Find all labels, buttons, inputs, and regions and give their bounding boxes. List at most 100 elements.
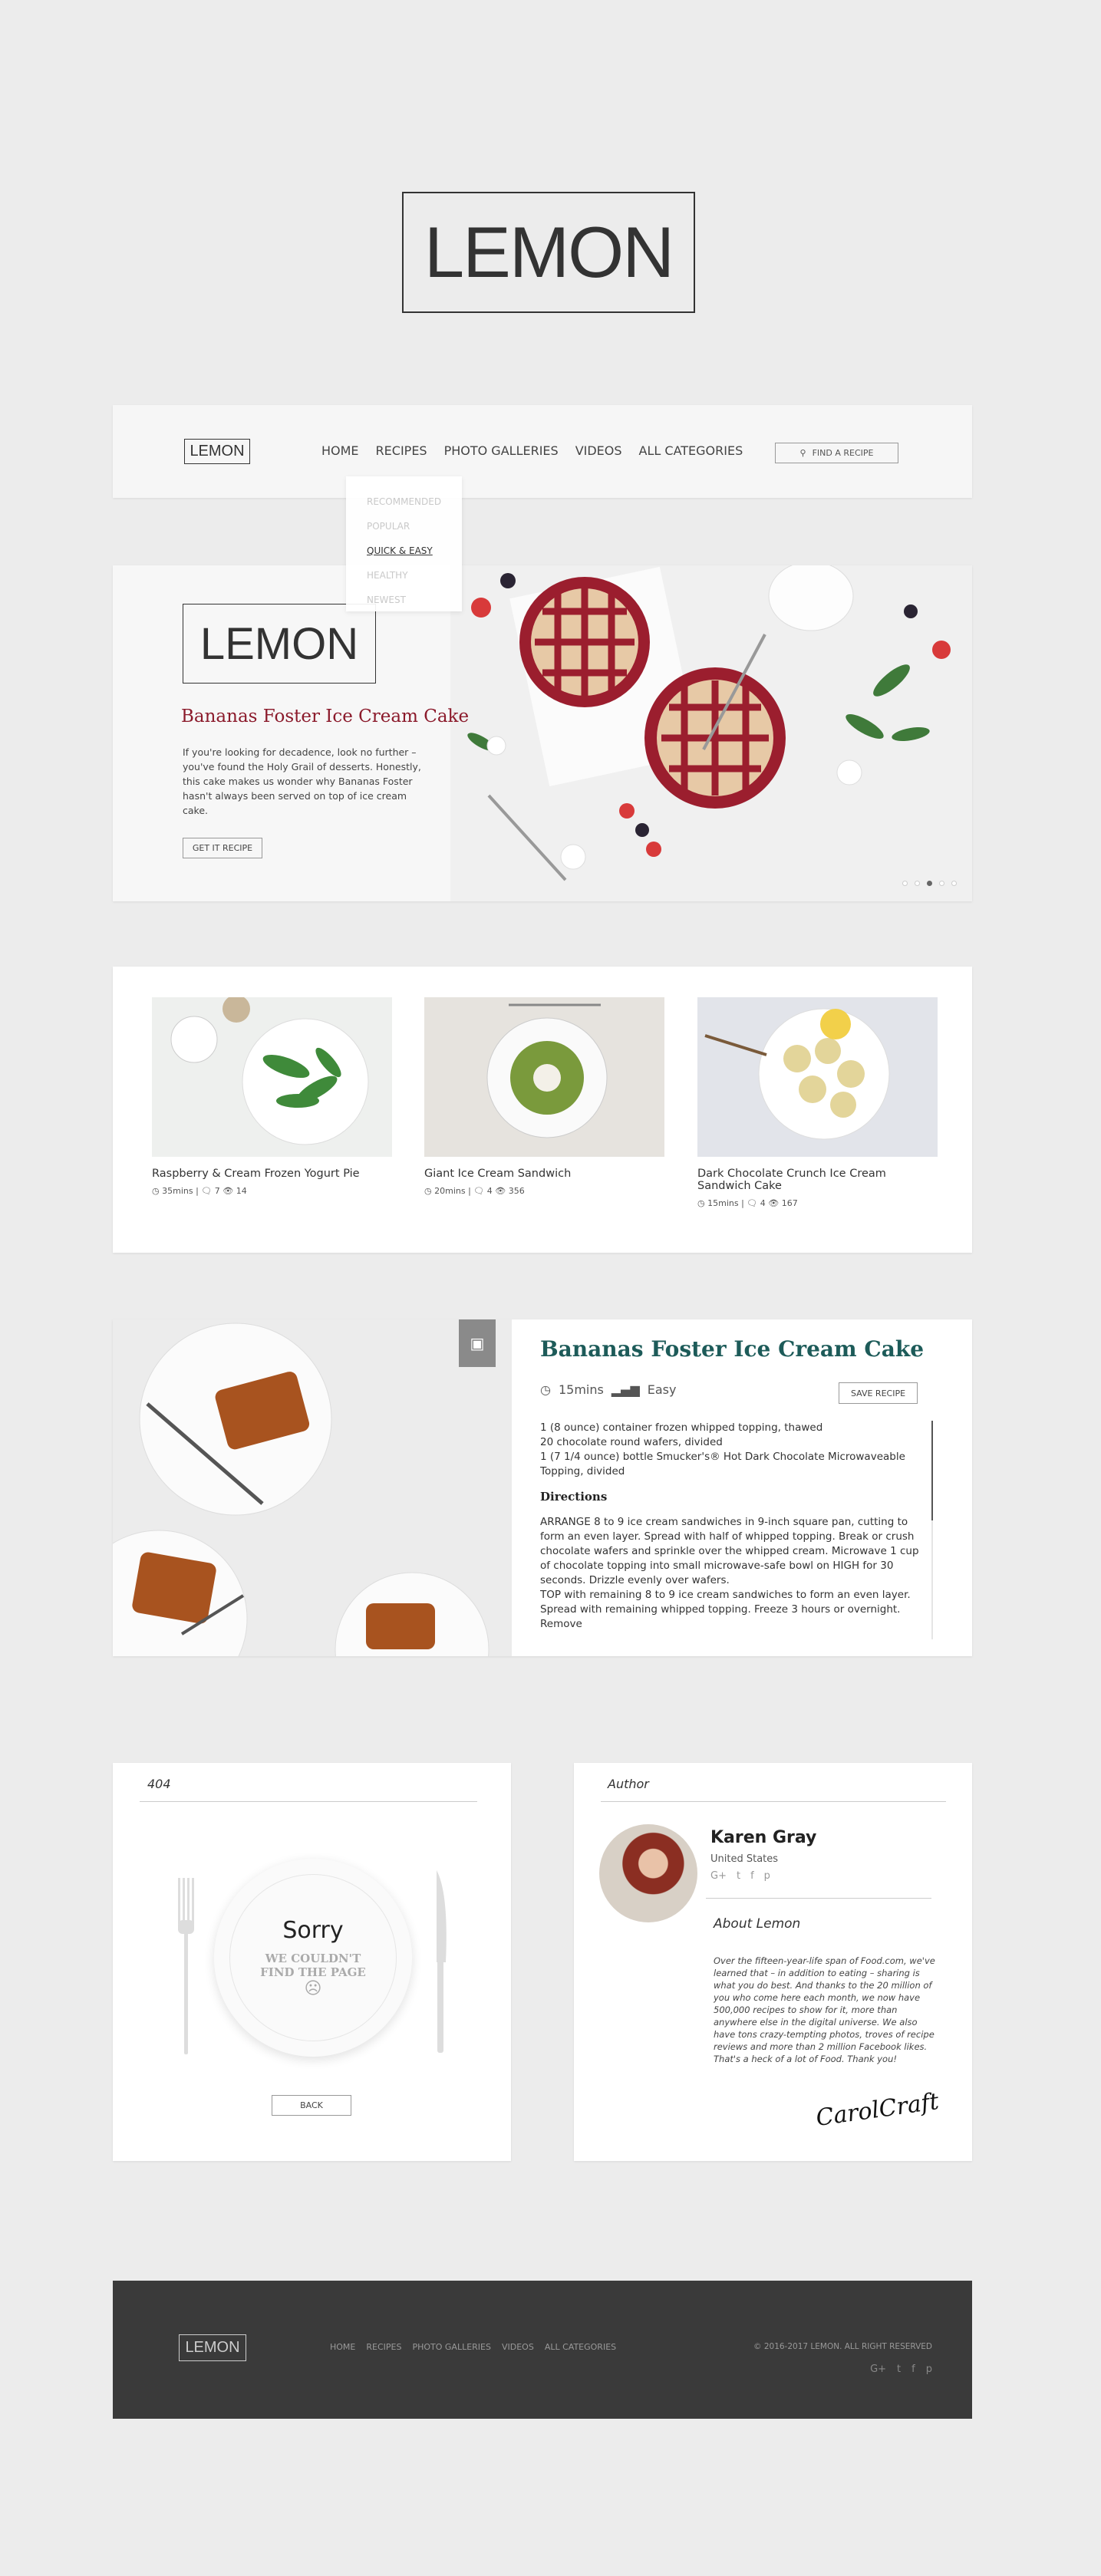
facebook-icon[interactable]: f	[750, 1870, 754, 1882]
nav-link-home[interactable]: HOME	[321, 443, 359, 458]
find-recipe-button[interactable]: ⚲ FIND A RECIPE	[775, 443, 898, 463]
recipe-card[interactable]: Raspberry & Cream Frozen Yogurt Pie ◷ 35…	[152, 997, 392, 1196]
footer: LEMON HOME RECIPES PHOTO GALLERIES VIDEO…	[113, 2281, 972, 2419]
image-icon: ▣	[470, 1334, 485, 1352]
ingredient-line: 20 chocolate round wafers, divided	[540, 1436, 723, 1448]
recipe-title[interactable]: Giant Ice Cream Sandwich	[424, 1168, 664, 1180]
recipe-meta: ◷ 35mins | 🗨 7 👁 14	[152, 1186, 247, 1196]
ingredient-line: 1 (7 1/4 ounce) bottle Smucker's® Hot Da…	[540, 1451, 905, 1477]
dropdown-item-quick-easy[interactable]: QUICK & EASY	[367, 539, 462, 563]
slide-dot[interactable]	[951, 881, 957, 886]
slide-dot[interactable]	[939, 881, 944, 886]
about-heading: About Lemon	[714, 1916, 801, 1932]
copyright: © 2016-2017 LEMON. ALL RIGHT RESERVED	[753, 2342, 932, 2351]
recipe-image[interactable]	[424, 997, 664, 1157]
gallery-badge[interactable]: ▣	[459, 1319, 496, 1367]
divider	[706, 1898, 931, 1899]
footer-link-all-categories[interactable]: ALL CATEGORIES	[545, 2342, 616, 2352]
recipe-card[interactable]: Giant Ice Cream Sandwich ◷ 20mins | 🗨 4 …	[424, 997, 664, 1196]
nav-links: HOME RECIPES PHOTO GALLERIES VIDEOS ALL …	[321, 443, 743, 458]
recipe-title[interactable]: Dark Chocolate Crunch Ice Cream Sandwich…	[697, 1168, 938, 1192]
frown-icon: ☹	[304, 1979, 322, 1998]
slide-dot[interactable]	[902, 881, 908, 886]
recipe-meta: ◷ 20mins | 🗨 4 👁 356	[424, 1186, 525, 1196]
google-plus-icon[interactable]: G+	[870, 2364, 886, 2375]
find-recipe-label: FIND A RECIPE	[812, 448, 874, 458]
dropdown-item-recommended[interactable]: RECOMMENDED	[367, 489, 462, 514]
google-plus-icon[interactable]: G+	[710, 1870, 727, 1882]
recipe-image[interactable]	[697, 997, 938, 1157]
footer-social-links: G+ t f p	[870, 2364, 932, 2375]
scrollbar-thumb[interactable]	[931, 1421, 933, 1520]
recipe-card[interactable]: Dark Chocolate Crunch Ice Cream Sandwich…	[697, 997, 938, 1208]
hero-slider: LEMON Bananas Foster Ice Cream Cake If y…	[113, 565, 972, 901]
dropdown-item-newest[interactable]: NEWEST	[367, 588, 462, 612]
top-navigation: LEMON HOME RECIPES PHOTO GALLERIES VIDEO…	[113, 405, 972, 498]
pinterest-icon[interactable]: p	[926, 2364, 932, 2375]
recipe-detail-meta: ◷ 15mins ▂▄▆ Easy	[540, 1382, 677, 1397]
nav-logo[interactable]: LEMON	[184, 439, 250, 464]
slide-dot[interactable]	[915, 881, 920, 886]
recipe-detail-title: Bananas Foster Ice Cream Cake	[540, 1336, 925, 1362]
divider	[140, 1801, 477, 1802]
dropdown-item-popular[interactable]: POPULAR	[367, 514, 462, 539]
direction-step: TOP with remaining 8 to 9 ice cream sand…	[540, 1589, 911, 1630]
back-button[interactable]: BACK	[272, 2095, 351, 2116]
hero-food-image	[450, 565, 972, 901]
search-icon: ⚲	[799, 448, 806, 458]
sorry-text: Sorry	[282, 1917, 344, 1944]
footer-link-recipes[interactable]: RECIPES	[366, 2342, 401, 2352]
directions-heading: Directions	[540, 1490, 608, 1504]
author-name[interactable]: Karen Gray	[710, 1828, 816, 1847]
twitter-icon[interactable]: t	[737, 1870, 740, 1882]
hero-logo-box: LEMON	[183, 604, 376, 684]
author-card: Author Karen Gray United States G+ t f p…	[574, 1763, 972, 2161]
footer-logo[interactable]: LEMON	[179, 2334, 246, 2361]
clock-icon: ◷	[540, 1382, 551, 1397]
recipe-meta: ◷ 15mins | 🗨 4 👁 167	[697, 1198, 798, 1208]
pinterest-icon[interactable]: p	[764, 1870, 770, 1882]
avatar[interactable]	[599, 1824, 697, 1922]
not-found-message: WE COULDN'T FIND THE PAGE	[260, 1952, 366, 1979]
facebook-icon[interactable]: f	[911, 2364, 915, 2375]
nav-link-videos[interactable]: VIDEOS	[575, 443, 622, 458]
footer-link-home[interactable]: HOME	[330, 2342, 355, 2352]
nav-link-photo-galleries[interactable]: PHOTO GALLERIES	[444, 443, 559, 458]
divider	[601, 1801, 946, 1802]
footer-link-videos[interactable]: VIDEOS	[502, 2342, 534, 2352]
recipe-detail: ▣ Bananas Foster Ice Cream Cake ◷ 15mins …	[113, 1319, 972, 1656]
hero-title[interactable]: Bananas Foster Ice Cream Cake	[181, 707, 469, 726]
hero-description: If you're looking for decadence, look no…	[183, 746, 421, 816]
author-heading: Author	[608, 1777, 649, 1791]
footer-link-photo-galleries[interactable]: PHOTO GALLERIES	[412, 2342, 491, 2352]
plate-illustration: Sorry WE COULDN'T FIND THE PAGE ☹	[214, 1859, 412, 2057]
slide-dot-active[interactable]	[927, 881, 932, 886]
recipes-dropdown: RECOMMENDED POPULAR QUICK & EASY HEALTHY…	[346, 476, 462, 611]
recipe-title[interactable]: Raspberry & Cream Frozen Yogurt Pie	[152, 1168, 392, 1180]
nav-link-all-categories[interactable]: ALL CATEGORIES	[639, 443, 743, 458]
knife-icon	[437, 1870, 447, 2053]
footer-links: HOME RECIPES PHOTO GALLERIES VIDEOS ALL …	[330, 2342, 616, 2352]
signature: CarolCraft	[814, 2087, 941, 2133]
direction-step: ARRANGE 8 to 9 ice cream sandwiches in 9…	[540, 1516, 919, 1586]
author-social-links: G+ t f p	[710, 1870, 770, 1882]
slider-dots	[902, 881, 957, 886]
save-recipe-button[interactable]: SAVE RECIPE	[839, 1382, 918, 1404]
dropdown-item-healthy[interactable]: HEALTHY	[367, 563, 462, 588]
hero-logo: LEMON	[402, 192, 695, 313]
ingredient-line: 1 (8 ounce) container frozen whipped top…	[540, 1421, 823, 1434]
author-country: United States	[710, 1853, 779, 1865]
get-recipe-button[interactable]: GET IT RECIPE	[183, 838, 262, 858]
about-text: Over the fifteen-year-life span of Food.…	[714, 1955, 935, 2064]
fork-icon	[178, 1878, 194, 2054]
twitter-icon[interactable]: t	[897, 2364, 901, 2375]
nav-link-recipes[interactable]: RECIPES	[376, 443, 427, 458]
recipe-image[interactable]	[152, 997, 392, 1157]
recipe-detail-image	[113, 1319, 512, 1656]
detail-scrollbar[interactable]	[931, 1421, 933, 1639]
difficulty-icon: ▂▄▆	[611, 1382, 640, 1397]
recipe-detail-body[interactable]: 1 (8 ounce) container frozen whipped top…	[540, 1421, 924, 1639]
error-heading: 404	[147, 1777, 171, 1791]
error-404-card: 404 Sorry WE COULDN'T FIND THE PAGE ☹ BA…	[113, 1763, 511, 2161]
recipe-grid: Raspberry & Cream Frozen Yogurt Pie ◷ 35…	[113, 967, 972, 1253]
